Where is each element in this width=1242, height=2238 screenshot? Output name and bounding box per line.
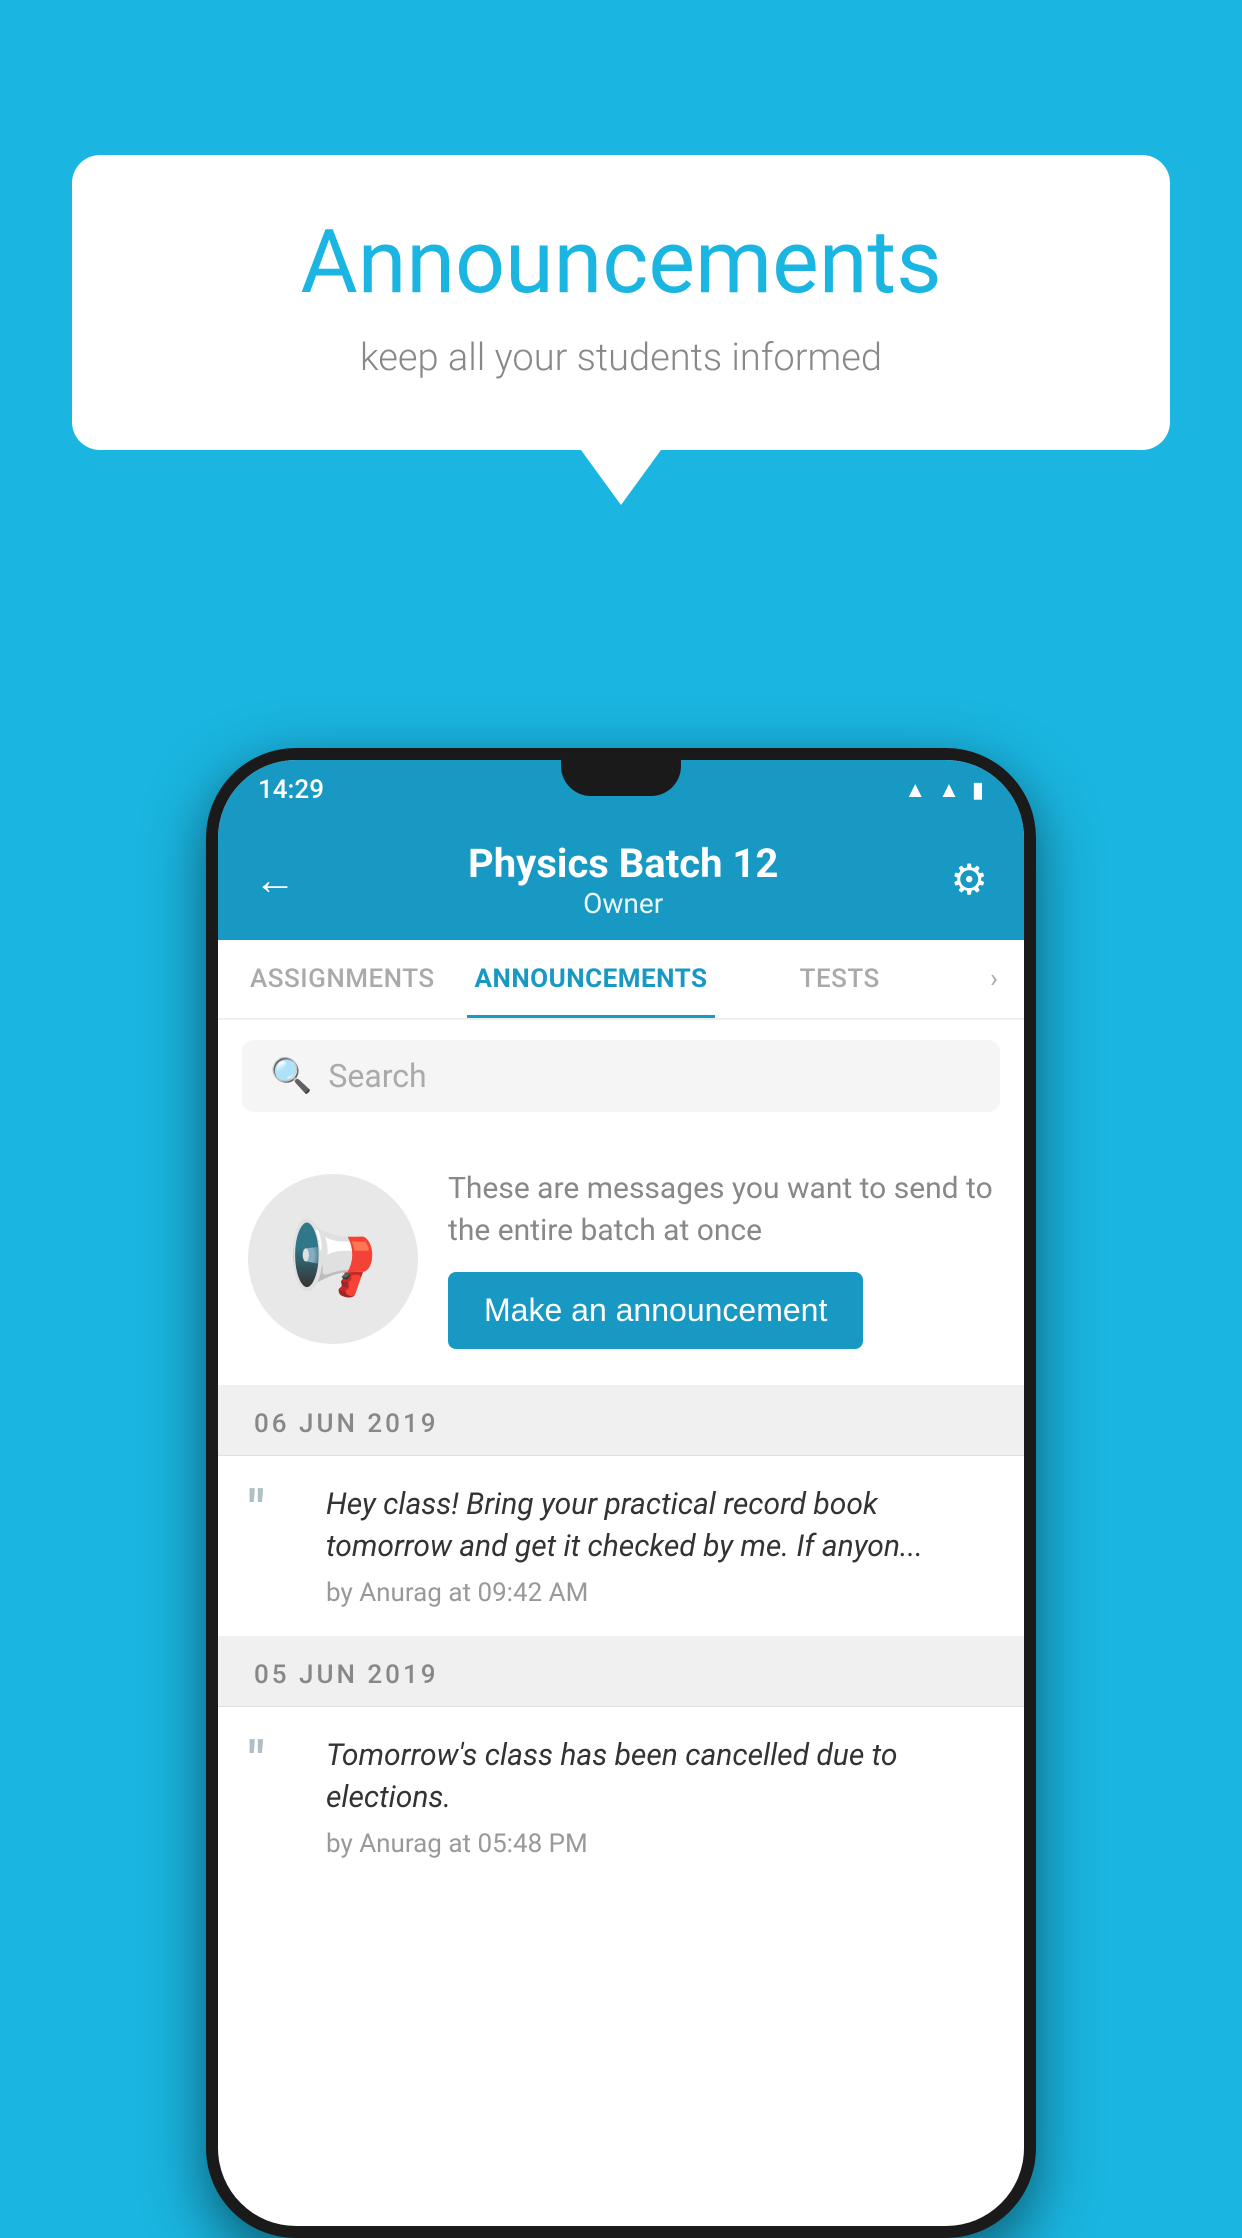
announcement-item-1[interactable]: " Hey class! Bring your practical record… — [218, 1456, 1024, 1644]
status-icons: ▲ ▲ ▮ — [904, 777, 984, 803]
speech-bubble-subtitle: keep all your students informed — [152, 336, 1090, 380]
announcement-author-2: by Anurag at 05:48 PM — [326, 1829, 994, 1859]
speech-bubble-arrow — [581, 450, 661, 505]
announcement-intro: 📢 These are messages you want to send to… — [218, 1132, 1024, 1393]
wifi-icon: ▲ — [904, 777, 926, 803]
page-title: Physics Batch 12 — [296, 840, 950, 887]
app-header: ← Physics Batch 12 Owner ⚙ — [218, 820, 1024, 940]
search-container: 🔍 Search — [218, 1020, 1024, 1132]
date-separator-2: 05 JUN 2019 — [218, 1644, 1024, 1707]
announcement-right: These are messages you want to send to t… — [448, 1168, 994, 1349]
announcement-icon-circle: 📢 — [248, 1174, 418, 1344]
battery-icon: ▮ — [972, 778, 984, 803]
announcement-description: These are messages you want to send to t… — [448, 1168, 994, 1252]
phone-screen: 14:29 ▲ ▲ ▮ ← Physics Batch 12 Owner ⚙ A… — [218, 760, 1024, 2226]
announcement-message-2: Tomorrow's class has been cancelled due … — [326, 1735, 994, 1819]
announcement-text-2: Tomorrow's class has been cancelled due … — [326, 1735, 994, 1859]
search-icon: 🔍 — [270, 1056, 312, 1096]
tab-tests[interactable]: TESTS — [715, 940, 964, 1018]
announcement-author-1: by Anurag at 09:42 AM — [326, 1578, 994, 1608]
announcement-message-1: Hey class! Bring your practical record b… — [326, 1484, 994, 1568]
settings-icon[interactable]: ⚙ — [950, 855, 988, 905]
speech-bubble-container: Announcements keep all your students inf… — [72, 155, 1170, 505]
notch — [561, 760, 681, 796]
tab-assignments[interactable]: ASSIGNMENTS — [218, 940, 467, 1018]
header-title-block: Physics Batch 12 Owner — [296, 840, 950, 920]
tab-more[interactable]: › — [964, 940, 1024, 1018]
speech-bubble-title: Announcements — [152, 215, 1090, 312]
quote-icon-1: " — [248, 1484, 298, 1536]
date-separator-1: 06 JUN 2019 — [218, 1393, 1024, 1456]
page-subtitle: Owner — [296, 887, 950, 920]
search-bar[interactable]: 🔍 Search — [242, 1040, 1000, 1112]
tab-announcements[interactable]: ANNOUNCEMENTS — [467, 940, 716, 1018]
make-announcement-button[interactable]: Make an announcement — [448, 1272, 863, 1349]
status-time: 14:29 — [258, 775, 324, 805]
quote-icon-2: " — [248, 1735, 298, 1787]
search-input[interactable]: Search — [328, 1057, 426, 1095]
status-bar: 14:29 ▲ ▲ ▮ — [218, 760, 1024, 820]
back-button[interactable]: ← — [254, 856, 296, 905]
phone-frame: 14:29 ▲ ▲ ▮ ← Physics Batch 12 Owner ⚙ A… — [206, 748, 1036, 2238]
megaphone-icon: 📢 — [288, 1216, 378, 1301]
announcement-text-1: Hey class! Bring your practical record b… — [326, 1484, 994, 1608]
announcement-item-2[interactable]: " Tomorrow's class has been cancelled du… — [218, 1707, 1024, 1887]
speech-bubble-card: Announcements keep all your students inf… — [72, 155, 1170, 450]
tabs-bar: ASSIGNMENTS ANNOUNCEMENTS TESTS › — [218, 940, 1024, 1020]
signal-icon: ▲ — [938, 777, 960, 803]
